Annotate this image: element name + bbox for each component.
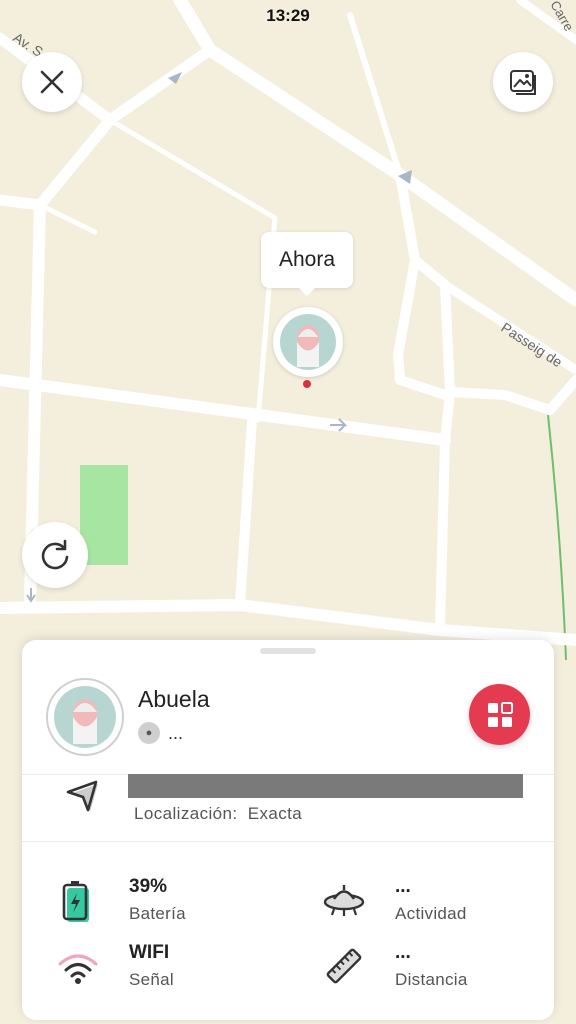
battery-icon [62, 881, 89, 922]
profile-avatar[interactable] [46, 678, 124, 756]
signal-value: WIFI [129, 942, 170, 963]
divider [22, 841, 554, 842]
grid-icon [487, 701, 513, 727]
close-icon [40, 70, 64, 94]
location-time-bubble: Ahora [261, 232, 353, 296]
location-accuracy-label: Localización: [134, 804, 238, 823]
avatar-icon [54, 686, 116, 748]
battery-value: 39% [129, 876, 168, 897]
distance-stat: ... Distancia [395, 942, 468, 990]
signal-label: Señal [129, 970, 174, 989]
avatar-icon [280, 314, 336, 370]
ruler-icon [326, 948, 362, 984]
close-button[interactable] [22, 52, 82, 112]
profile-status-text: ... [168, 722, 184, 743]
profile-status: ● ... [138, 722, 183, 744]
location-accuracy-value: Exacta [247, 804, 303, 823]
signal-stat: WIFI Señal [129, 942, 174, 990]
battery-label: Batería [129, 904, 186, 923]
map-image-icon [510, 70, 536, 95]
menu-grid-button[interactable] [469, 684, 530, 745]
ufo-icon [323, 885, 365, 916]
distance-label: Distancia [395, 970, 468, 989]
navigation-arrow-icon [66, 780, 98, 812]
location-marker[interactable] [273, 307, 343, 377]
refresh-icon [41, 539, 69, 570]
device-info-sheet: Abuela ● ... Localización: Exacta 39% Ba… [22, 640, 554, 1020]
mood-face-icon: ● [138, 722, 160, 744]
location-pin-dot [303, 380, 311, 388]
distance-value: ... [395, 942, 411, 963]
address-text-redacted [128, 774, 523, 798]
activity-label: Actividad [395, 904, 467, 923]
map-style-button[interactable] [493, 52, 553, 112]
refresh-button[interactable] [22, 522, 88, 588]
sheet-drag-handle[interactable] [260, 648, 316, 654]
wifi-icon [58, 954, 98, 984]
activity-stat: ... Actividad [395, 876, 467, 924]
battery-stat: 39% Batería [129, 876, 186, 924]
profile-name: Abuela [138, 686, 210, 712]
status-time: 13:29 [266, 6, 310, 25]
location-accuracy: Localización: Exacta [134, 804, 302, 824]
activity-value: ... [395, 876, 411, 897]
